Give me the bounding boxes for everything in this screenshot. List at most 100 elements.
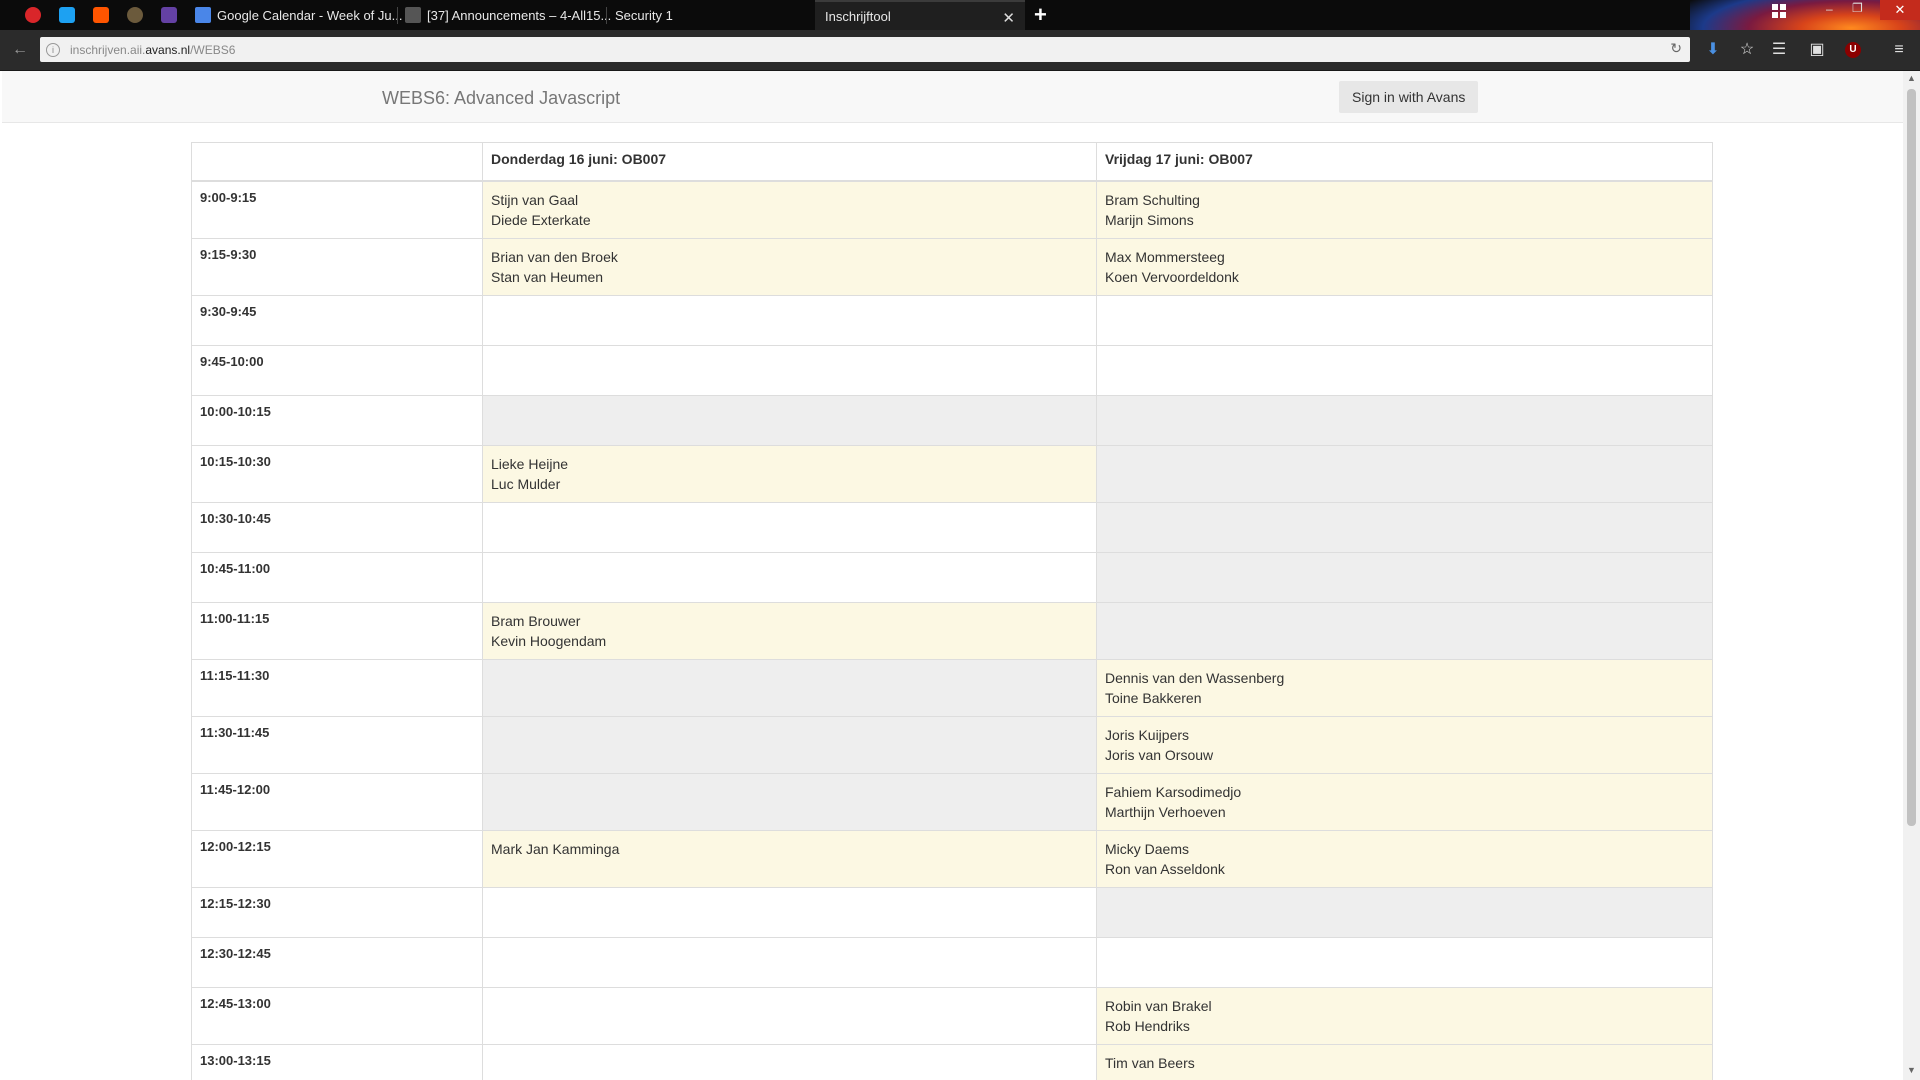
tab-title: Security 1 xyxy=(615,7,673,23)
day2-slot-open[interactable] xyxy=(1096,344,1713,396)
table-row: 11:30-11:45 Joris Kuijpers Joris van Ors… xyxy=(191,715,1713,774)
pinned-tab-3[interactable] xyxy=(84,0,118,30)
blackboard-icon xyxy=(405,7,421,23)
day2-slot: Max Mommersteeg Koen Vervoordeldonk xyxy=(1096,237,1713,296)
reading-list-icon[interactable]: ☰ xyxy=(1768,39,1790,61)
soundcloud-icon xyxy=(93,7,109,23)
day1-slot: Mark Jan Kamminga xyxy=(482,829,1097,888)
day2-slot-open[interactable] xyxy=(1096,294,1713,346)
student-name: Stijn van Gaal xyxy=(491,191,579,208)
time-slot: 9:15-9:30 xyxy=(191,237,483,296)
table-row: 10:00-10:15 xyxy=(191,394,1713,446)
student-name: Ron van Asseldonk xyxy=(1105,860,1225,877)
tab-inschrijftool[interactable]: Inschrijftool ✕ xyxy=(815,0,1025,30)
url-subdomain: inschrijven.aii. xyxy=(70,42,146,57)
day2-slot-unavailable xyxy=(1096,444,1713,503)
url-path: /WEBS6 xyxy=(190,42,236,57)
header-time xyxy=(191,142,483,182)
download-icon[interactable]: ⬇ xyxy=(1702,39,1724,61)
day1-slot-open[interactable] xyxy=(482,551,1097,603)
student-name: Max Mommersteeg xyxy=(1105,248,1225,265)
time-slot: 9:30-9:45 xyxy=(191,294,483,346)
tab-overview-icon[interactable] xyxy=(1772,4,1786,18)
student-name: Tim van Beers xyxy=(1105,1054,1195,1071)
day2-slot-open[interactable] xyxy=(1096,936,1713,988)
pinned-tab-5[interactable] xyxy=(152,0,186,30)
day2-slot: Joris Kuijpers Joris van Orsouw xyxy=(1096,715,1713,774)
student-name: Bram Schulting xyxy=(1105,191,1200,208)
student-name: Koen Vervoordeldonk xyxy=(1105,268,1239,285)
table-row: 9:00-9:15 Stijn van Gaal Diede Exterkate… xyxy=(191,180,1713,239)
day1-slot: Brian van den Broek Stan van Heumen xyxy=(482,237,1097,296)
page-scrollbar[interactable]: ▲ ▼ xyxy=(1903,71,1920,1080)
student-name: Fahiem Karsodimedjo xyxy=(1105,783,1242,800)
day1-slot-open[interactable] xyxy=(482,986,1097,1045)
day1-slot-open[interactable] xyxy=(482,886,1097,938)
day1-slot-unavailable xyxy=(482,658,1097,717)
ublock-icon[interactable]: U xyxy=(1845,42,1861,58)
student-name: Diede Exterkate xyxy=(491,211,591,228)
table-row: 11:15-11:30 Dennis van den Wassenberg To… xyxy=(191,658,1713,717)
day1-slot-open[interactable] xyxy=(482,936,1097,988)
table-row: 10:15-10:30 Lieke Heijne Luc Mulder xyxy=(191,444,1713,503)
day1-slot: Lieke Heijne Luc Mulder xyxy=(482,444,1097,503)
student-name: Mark Jan Kamminga xyxy=(491,840,620,857)
time-slot: 9:00-9:15 xyxy=(191,180,483,239)
close-window-icon[interactable]: ✕ xyxy=(1880,0,1920,20)
day2-slot-unavailable xyxy=(1096,551,1713,603)
table-row: 10:30-10:45 xyxy=(191,501,1713,553)
tab-google-calendar[interactable]: Google Calendar - Week of Ju... xyxy=(195,0,402,30)
scroll-thumb[interactable] xyxy=(1907,89,1916,826)
day1-slot-unavailable xyxy=(482,394,1097,446)
close-tab-icon[interactable]: ✕ xyxy=(1002,9,1015,27)
info-icon[interactable]: i xyxy=(46,42,60,57)
day1-slot-open[interactable] xyxy=(482,501,1097,553)
schedule-table: Donderdag 16 juni: OB007 Vrijdag 17 juni… xyxy=(191,142,1713,1080)
table-row: 10:45-11:00 xyxy=(191,551,1713,603)
tab-title: Google Calendar - Week of Ju... xyxy=(217,7,403,23)
minimize-icon[interactable]: – xyxy=(1826,2,1833,16)
tab-security[interactable]: Security 1 xyxy=(615,0,795,30)
calendar-icon xyxy=(195,7,211,23)
pinned-tab-2[interactable] xyxy=(50,0,84,30)
reload-icon[interactable]: ↻ xyxy=(1670,40,1682,57)
time-slot: 11:30-11:45 xyxy=(191,715,483,774)
page-viewport: WEBS6: Advanced Javascript Sign in with … xyxy=(0,71,1903,1080)
page-title[interactable]: WEBS6: Advanced Javascript xyxy=(382,88,620,109)
bookmark-star-icon[interactable]: ☆ xyxy=(1736,39,1758,61)
pinned-tab-4[interactable] xyxy=(118,0,152,30)
menu-icon[interactable]: ≡ xyxy=(1888,39,1910,61)
tab-announcements[interactable]: [37] Announcements – 4-All15... xyxy=(405,0,611,30)
browser-tab-bar: Google Calendar - Week of Ju... [37] Ann… xyxy=(0,0,1920,30)
sign-in-button[interactable]: Sign in with Avans xyxy=(1339,81,1479,113)
site-navbar: WEBS6: Advanced Javascript Sign in with … xyxy=(2,71,1903,123)
day1-slot-unavailable xyxy=(482,715,1097,774)
back-icon[interactable]: ← xyxy=(10,40,30,60)
pinned-tab-1[interactable] xyxy=(16,0,50,30)
table-row: 13:00-13:15 Tim van Beers xyxy=(191,1043,1713,1080)
new-tab-button[interactable]: + xyxy=(1034,2,1047,28)
scroll-up-icon[interactable]: ▲ xyxy=(1906,73,1917,85)
student-name: Rob Hendriks xyxy=(1105,1017,1190,1034)
student-name: Brian van den Broek xyxy=(491,248,618,265)
day1-slot-open[interactable] xyxy=(482,1043,1097,1080)
student-name: Kevin Hoogendam xyxy=(491,632,607,649)
student-name: Stan van Heumen xyxy=(491,268,604,285)
day1-slot-open[interactable] xyxy=(482,294,1097,346)
table-row: 11:45-12:00 Fahiem Karsodimedjo Marthijn… xyxy=(191,772,1713,831)
scroll-down-icon[interactable]: ▼ xyxy=(1906,1065,1917,1077)
address-bar[interactable]: i inschrijven.aii. avans.nl/WEBS6 ↻ xyxy=(40,37,1690,62)
screenshot-icon[interactable]: ▣ xyxy=(1806,39,1828,61)
game-icon xyxy=(127,7,143,23)
twitch-icon xyxy=(161,7,177,23)
student-name: Lieke Heijne xyxy=(491,455,569,472)
day1-slot-open[interactable] xyxy=(482,344,1097,396)
url-host: avans.nl xyxy=(145,42,191,57)
restore-icon[interactable]: ❐ xyxy=(1852,1,1863,15)
table-row: 12:45-13:00 Robin van Brakel Rob Hendrik… xyxy=(191,986,1713,1045)
browser-toolbar: ← i inschrijven.aii. avans.nl/WEBS6 ↻ ⬇ ☆… xyxy=(0,30,1920,71)
time-slot: 9:45-10:00 xyxy=(191,344,483,396)
student-name: Robin van Brakel xyxy=(1105,997,1212,1014)
time-slot: 12:00-12:15 xyxy=(191,829,483,888)
time-slot: 10:15-10:30 xyxy=(191,444,483,503)
